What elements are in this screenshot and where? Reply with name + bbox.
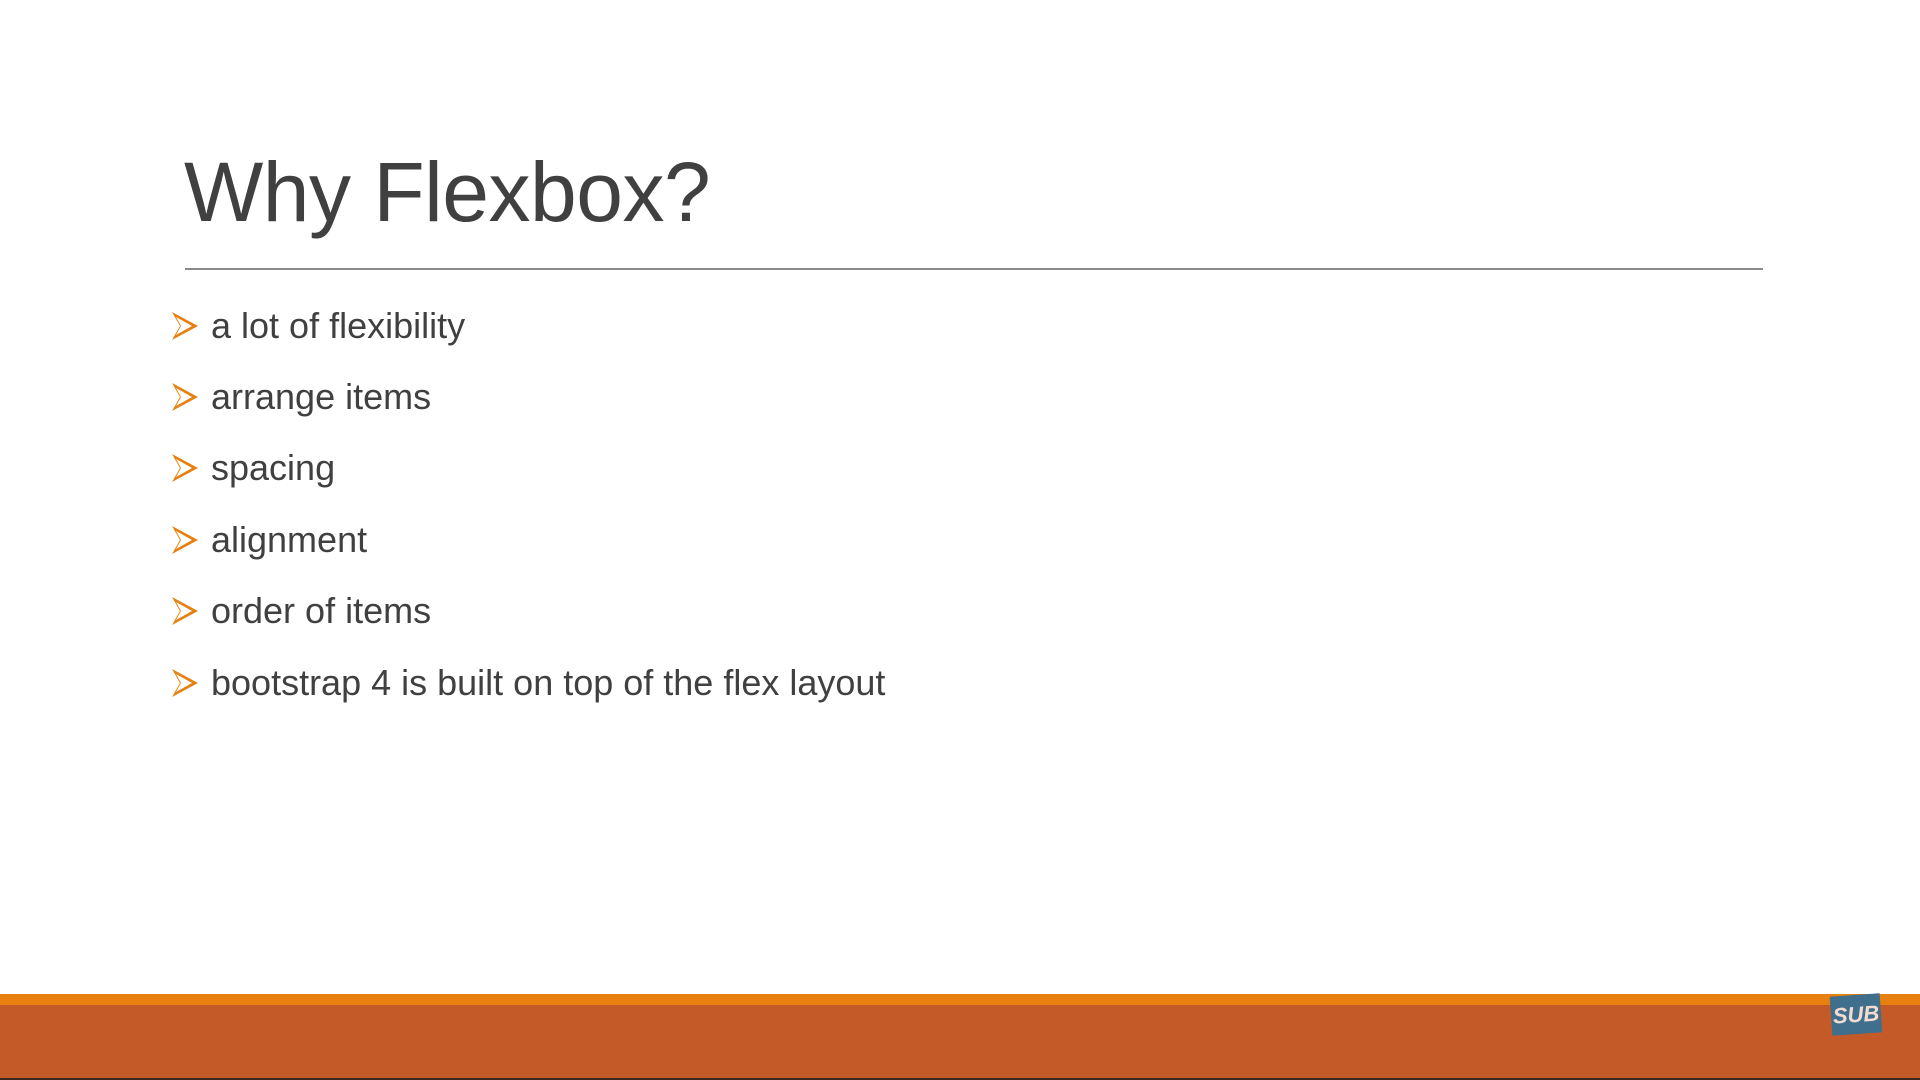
arrow-bullet-icon bbox=[172, 668, 198, 697]
bullet-text: order of items bbox=[211, 590, 432, 632]
subscribe-badge[interactable]: SUB bbox=[1829, 993, 1883, 1036]
list-item: a lot of flexibility bbox=[170, 290, 885, 361]
title-divider bbox=[185, 268, 1763, 270]
arrow-bullet-icon bbox=[172, 311, 198, 340]
arrow-bullet-icon bbox=[172, 454, 198, 483]
footer-accent-stripe bbox=[0, 994, 1920, 1005]
bullet-text: bootstrap 4 is built on top of the flex … bbox=[211, 661, 886, 703]
bullet-text: spacing bbox=[211, 447, 336, 489]
list-item: spacing bbox=[170, 433, 885, 504]
bullet-text: a lot of flexibility bbox=[211, 304, 466, 346]
list-item: order of items bbox=[170, 576, 885, 647]
bullet-text: arrange items bbox=[211, 376, 432, 418]
arrow-bullet-icon bbox=[172, 597, 198, 626]
arrow-bullet-icon bbox=[172, 525, 198, 554]
list-item: bootstrap 4 is built on top of the flex … bbox=[170, 647, 885, 718]
list-item: arrange items bbox=[170, 361, 885, 432]
bullet-text: alignment bbox=[211, 518, 368, 560]
arrow-bullet-icon bbox=[172, 383, 198, 412]
list-item: alignment bbox=[170, 504, 885, 575]
footer-bar bbox=[0, 1005, 1920, 1078]
bullet-list: a lot of flexibility arrange items spaci… bbox=[170, 290, 885, 718]
slide-title: Why Flexbox? bbox=[184, 145, 711, 239]
